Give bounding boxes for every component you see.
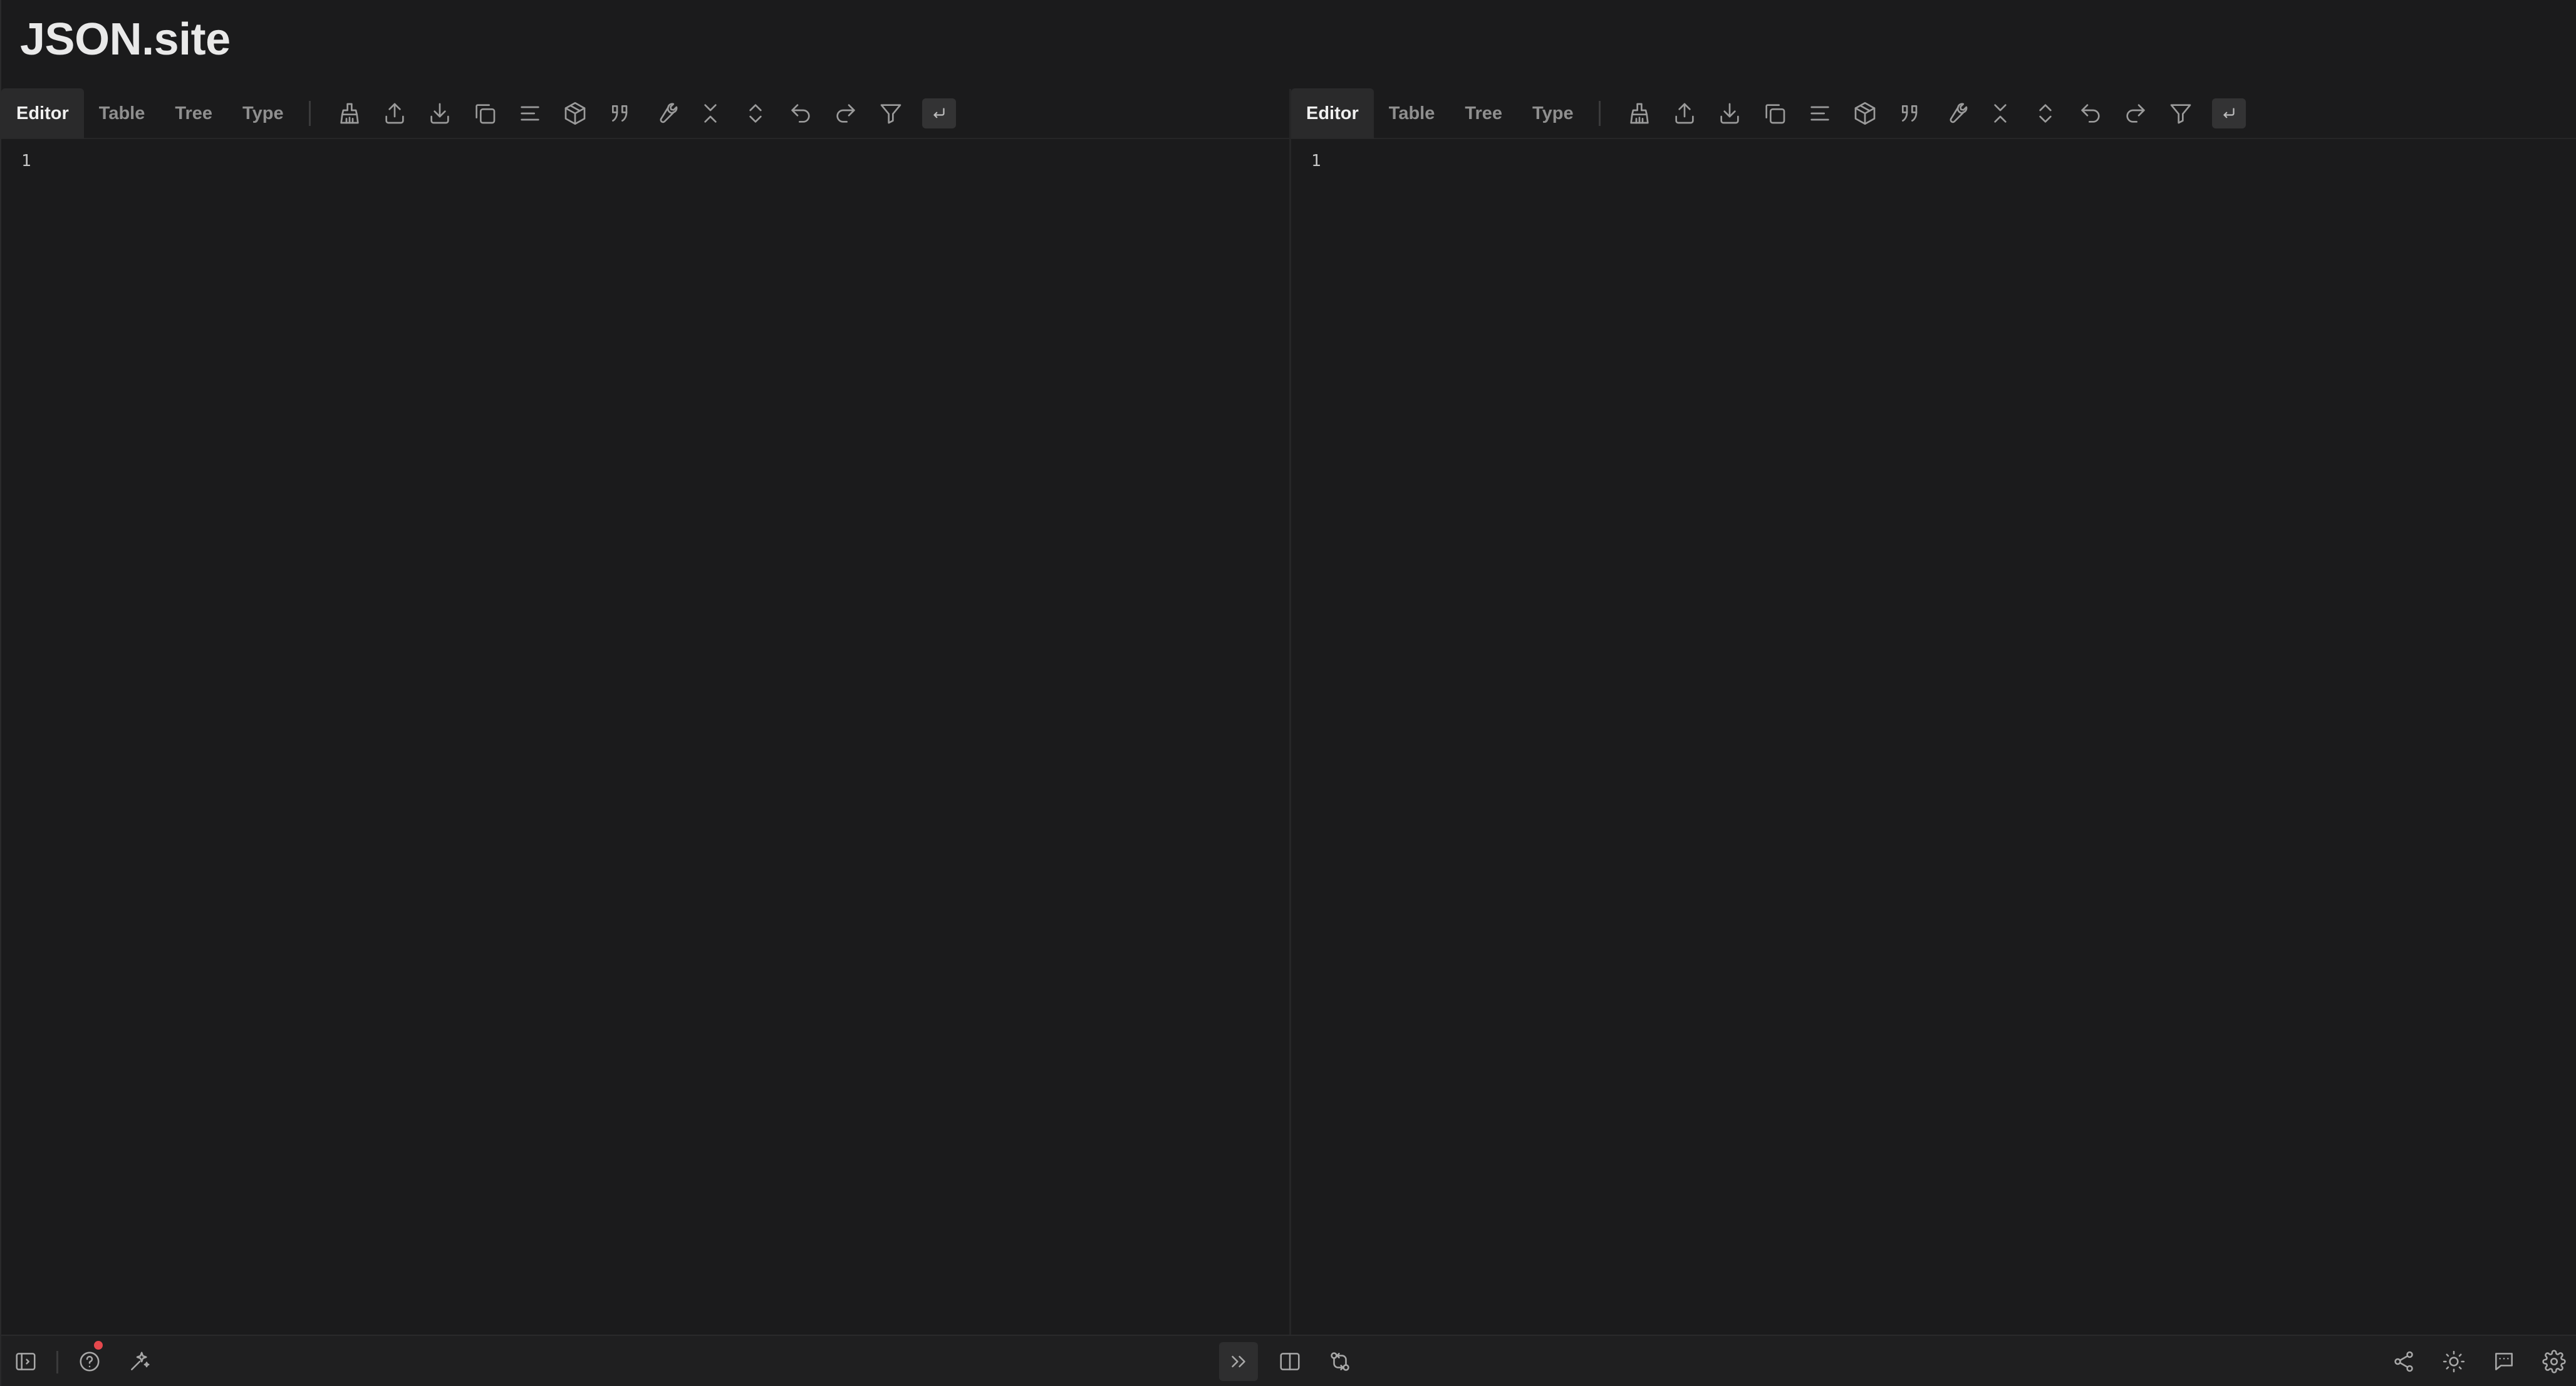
clear-icon[interactable]	[327, 88, 372, 138]
upload-icon[interactable]	[372, 88, 417, 138]
package-icon[interactable]	[553, 88, 598, 138]
filter-icon[interactable]	[868, 88, 913, 138]
wrench-icon[interactable]	[643, 88, 688, 138]
tab-table[interactable]: Table	[84, 88, 160, 138]
status-divider	[56, 1351, 58, 1373]
filter-icon[interactable]	[2158, 88, 2203, 138]
notification-dot	[94, 1341, 103, 1350]
redo-icon[interactable]	[823, 88, 868, 138]
download-icon[interactable]	[417, 88, 462, 138]
line-number: 1	[21, 152, 31, 170]
left-panel: Editor Table Tree Type 1	[1, 88, 1289, 1335]
tab-editor[interactable]: Editor	[1291, 88, 1374, 138]
format-icon[interactable]	[1797, 88, 1842, 138]
panels: Editor Table Tree Type 1 Editor Table Tr…	[1, 88, 2576, 1335]
clear-icon[interactable]	[1617, 88, 1662, 138]
settings-icon[interactable]	[2535, 1342, 2573, 1381]
package-icon[interactable]	[1842, 88, 1888, 138]
app-title: JSON.site	[20, 14, 231, 65]
copy-icon[interactable]	[462, 88, 507, 138]
expand-all-icon[interactable]	[733, 88, 778, 138]
right-editor[interactable]: 1	[1291, 140, 2576, 1335]
theme-icon[interactable]	[2434, 1342, 2473, 1381]
toolbar-divider	[308, 101, 311, 126]
format-icon[interactable]	[507, 88, 553, 138]
left-toolbar: Editor Table Tree Type	[1, 88, 1289, 139]
left-editor[interactable]: 1	[1, 140, 1289, 1335]
tab-type[interactable]: Type	[227, 88, 299, 138]
compare-icon[interactable]	[1321, 1342, 1359, 1381]
expand-all-icon[interactable]	[2023, 88, 2068, 138]
transfer-right-icon[interactable]	[1219, 1342, 1258, 1381]
undo-icon[interactable]	[2068, 88, 2113, 138]
wrench-icon[interactable]	[1933, 88, 1978, 138]
help-icon[interactable]	[70, 1341, 109, 1381]
tab-editor[interactable]: Editor	[1, 88, 84, 138]
app-root: JSON.site Editor Table Tree Type 1 Edito…	[0, 0, 2576, 1386]
feedback-icon[interactable]	[2485, 1342, 2523, 1381]
toolbar-divider	[1598, 101, 1601, 126]
tab-table[interactable]: Table	[1374, 88, 1450, 138]
word-wrap-icon[interactable]	[922, 98, 956, 128]
download-icon[interactable]	[1707, 88, 1752, 138]
tab-tree[interactable]: Tree	[160, 88, 227, 138]
split-view-icon[interactable]	[1270, 1342, 1309, 1381]
collapse-all-icon[interactable]	[1978, 88, 2023, 138]
tab-type[interactable]: Type	[1517, 88, 1589, 138]
sidebar-toggle-icon[interactable]	[6, 1342, 45, 1381]
copy-icon[interactable]	[1752, 88, 1797, 138]
redo-icon[interactable]	[2113, 88, 2158, 138]
quote-icon[interactable]	[1888, 88, 1933, 138]
right-toolbar: Editor Table Tree Type	[1291, 88, 2576, 139]
upload-icon[interactable]	[1662, 88, 1707, 138]
line-number: 1	[1311, 152, 1321, 170]
quote-icon[interactable]	[598, 88, 643, 138]
tab-tree[interactable]: Tree	[1450, 88, 1517, 138]
ai-sparkle-icon[interactable]	[120, 1342, 159, 1381]
share-icon[interactable]	[2384, 1342, 2423, 1381]
undo-icon[interactable]	[778, 88, 823, 138]
collapse-all-icon[interactable]	[688, 88, 733, 138]
title-bar: JSON.site	[1, 0, 2576, 89]
word-wrap-icon[interactable]	[2211, 98, 2246, 128]
right-panel: Editor Table Tree Type 1	[1289, 88, 2576, 1335]
status-bar	[1, 1335, 2576, 1386]
